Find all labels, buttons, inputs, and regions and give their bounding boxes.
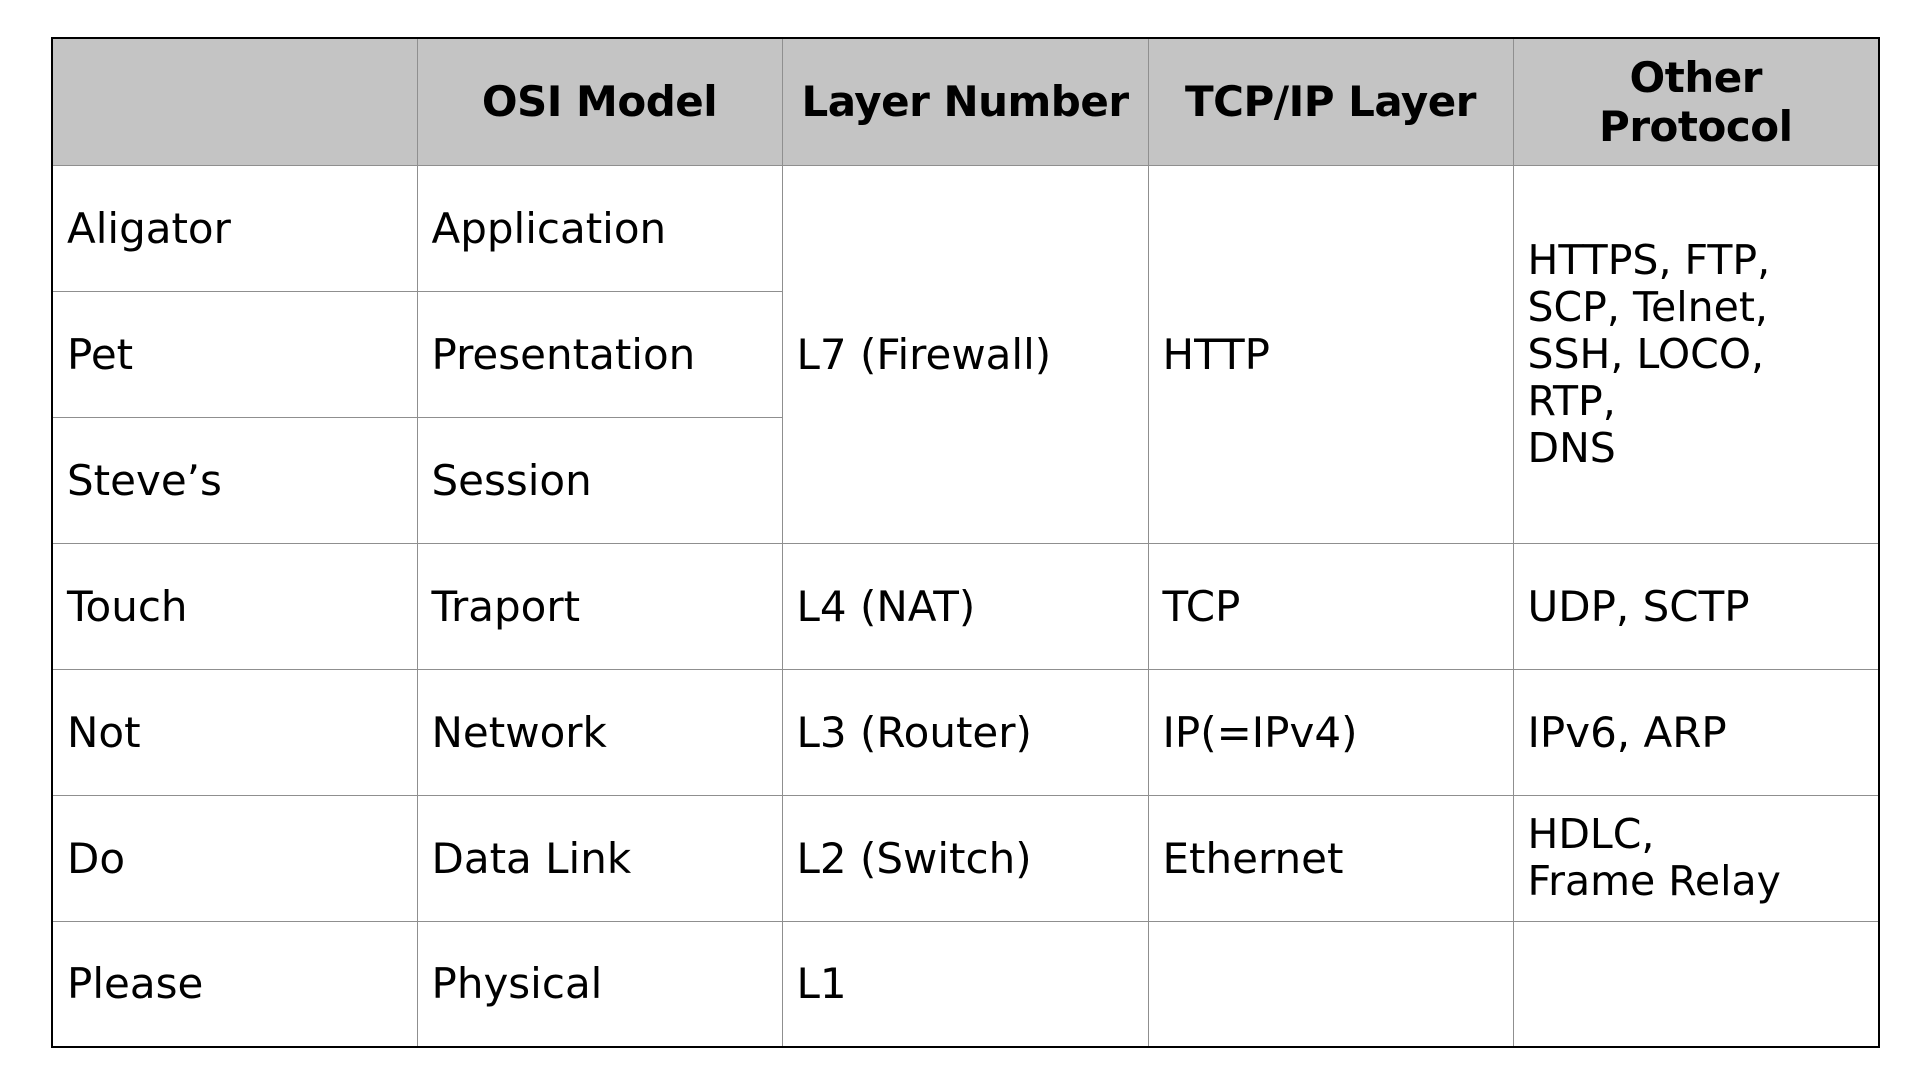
other-protocol-cell: UDP, SCTP: [1512, 542, 1880, 670]
layer-number-cell: L3 (Router): [781, 668, 1149, 796]
mnemonic-cell: Not: [51, 668, 418, 796]
layer-number-cell: L1: [781, 920, 1149, 1048]
mnemonic-cell: Please: [51, 920, 418, 1048]
tcpip-layer-cell: [1147, 920, 1514, 1048]
osi-layer-cell: Application: [416, 164, 783, 292]
table-row: Not Network L3 (Router) IP(=IPv4) IPv6, …: [51, 668, 1880, 796]
other-protocol-cell: IPv6, ARP: [1512, 668, 1880, 796]
header-mnemonic: [51, 37, 418, 166]
mnemonic-cell: Do: [51, 794, 418, 922]
osi-layer-cell: Network: [416, 668, 783, 796]
tcpip-layer-cell: IP(=IPv4): [1147, 668, 1514, 796]
mnemonic-cell: Pet: [51, 290, 418, 418]
table-row: Please Physical L1: [51, 920, 1880, 1048]
tcpip-layer-cell: TCP: [1147, 542, 1514, 670]
tcpip-layer-cell: Ethernet: [1147, 794, 1514, 922]
header-osi-model: OSI Model: [416, 37, 783, 166]
mnemonic-cell: Steve’s: [51, 416, 418, 544]
osi-layer-cell: Traport: [416, 542, 783, 670]
other-protocol-cell: [1512, 920, 1880, 1048]
other-protocol-cell: HDLC, Frame Relay: [1512, 794, 1880, 922]
osi-layer-cell: Presentation: [416, 290, 783, 418]
osi-layer-cell: Physical: [416, 920, 783, 1048]
table-row: Aligator Application L7 (Firewall) HTTP …: [51, 164, 1880, 544]
mnemonic-cell: Touch: [51, 542, 418, 670]
header-tcpip-layer: TCP/IP Layer: [1147, 37, 1514, 166]
header-layer-number: Layer Number: [781, 37, 1149, 166]
layer-number-cell: L7 (Firewall): [781, 164, 1149, 544]
table-row: Do Data Link L2 (Switch) Ethernet HDLC, …: [51, 794, 1880, 922]
osi-layer-cell: Session: [416, 416, 783, 544]
osi-layer-cell: Data Link: [416, 794, 783, 922]
mnemonic-cell: Aligator: [51, 164, 418, 292]
header-other-protocol: Other Protocol: [1512, 37, 1880, 166]
table-row: Touch Traport L4 (NAT) TCP UDP, SCTP: [51, 542, 1880, 670]
osi-table: OSI Model Layer Number TCP/IP Layer Othe…: [51, 37, 1880, 1048]
layer-number-cell: L2 (Switch): [781, 794, 1149, 922]
other-protocol-cell: HTTPS, FTP, SCP, Telnet, SSH, LOCO, RTP,…: [1512, 164, 1880, 544]
tcpip-layer-cell: HTTP: [1147, 164, 1514, 544]
header-row: OSI Model Layer Number TCP/IP Layer Othe…: [51, 37, 1880, 166]
layer-number-cell: L4 (NAT): [781, 542, 1149, 670]
